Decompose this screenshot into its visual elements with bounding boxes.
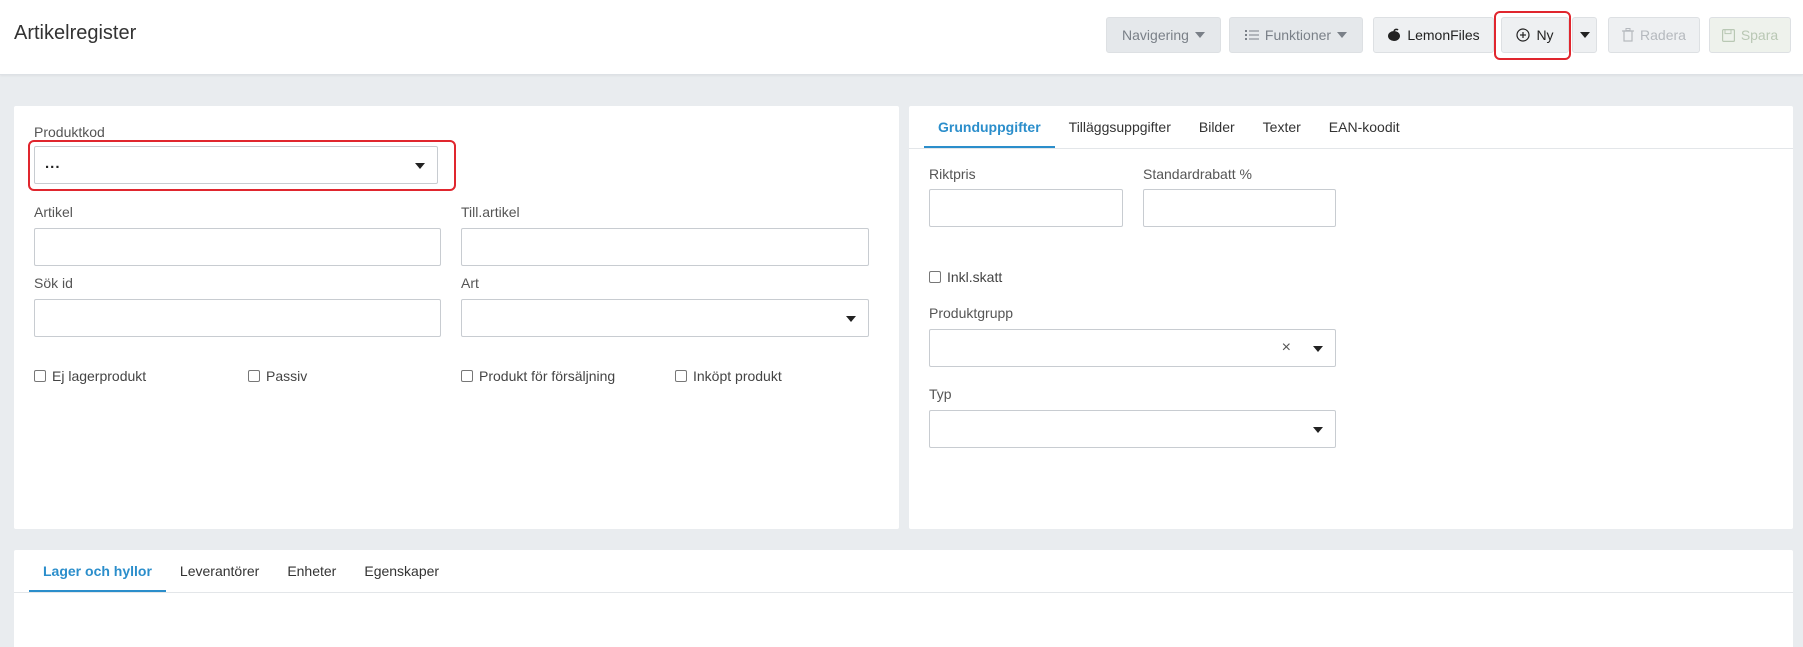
tab-texter[interactable]: Texter bbox=[1249, 106, 1315, 148]
chevron-down-icon bbox=[1579, 32, 1590, 38]
sok-id-input[interactable] bbox=[34, 299, 441, 337]
till-artikel-input[interactable] bbox=[461, 228, 869, 266]
stock-panel: Lager och hyllor Leverantörer Enheter Eg… bbox=[14, 550, 1793, 647]
radera-button[interactable]: Radera bbox=[1608, 17, 1700, 53]
typ-select[interactable] bbox=[929, 410, 1336, 448]
tab-tillaggsuppgifter[interactable]: Tilläggsuppgifter bbox=[1055, 106, 1185, 148]
tab-bilder[interactable]: Bilder bbox=[1185, 106, 1249, 148]
checkbox-box[interactable] bbox=[929, 271, 941, 283]
chevron-down-icon bbox=[1313, 427, 1323, 433]
product-form-panel: Produktkod ... Artikel Till.artikel Sök … bbox=[14, 106, 899, 529]
spara-button[interactable]: Spara bbox=[1709, 17, 1791, 53]
tab-enheter[interactable]: Enheter bbox=[273, 550, 350, 592]
inkl-skatt-checkbox[interactable]: Inkl.skatt bbox=[929, 269, 1002, 285]
standardrabatt-input[interactable] bbox=[1143, 189, 1336, 227]
typ-label: Typ bbox=[929, 386, 952, 402]
page-title: Artikelregister bbox=[14, 22, 137, 44]
chevron-down-icon bbox=[846, 316, 856, 322]
tab-grunduppgifter[interactable]: Grunduppgifter bbox=[924, 106, 1055, 148]
passiv-label: Passiv bbox=[266, 368, 308, 384]
tabs-divider bbox=[14, 592, 1793, 593]
riktpris-input[interactable] bbox=[929, 189, 1123, 227]
riktpris-label: Riktpris bbox=[929, 166, 976, 182]
checkbox-box[interactable] bbox=[34, 370, 46, 382]
tab-ean-koodit[interactable]: EAN-koodit bbox=[1315, 106, 1414, 148]
ny-highlight bbox=[1494, 11, 1571, 60]
tab-egenskaper[interactable]: Egenskaper bbox=[350, 550, 453, 592]
produktgrupp-select[interactable]: × bbox=[929, 329, 1336, 367]
list-icon bbox=[1244, 30, 1259, 40]
inkopt-produkt-checkbox[interactable]: Inköpt produkt bbox=[675, 368, 782, 384]
save-icon bbox=[1721, 28, 1735, 42]
inkl-skatt-label: Inkl.skatt bbox=[947, 269, 1003, 285]
ej-lagerprodukt-label: Ej lagerprodukt bbox=[52, 368, 147, 384]
produktkod-highlight bbox=[28, 140, 456, 191]
artikel-label: Artikel bbox=[34, 204, 73, 220]
navigering-button[interactable]: Navigering bbox=[1106, 17, 1221, 53]
artikel-input[interactable] bbox=[34, 228, 441, 266]
details-panel: Grunduppgifter Tilläggsuppgifter Bilder … bbox=[909, 106, 1793, 529]
till-artikel-label: Till.artikel bbox=[461, 204, 520, 220]
produkt-for-forsaljning-checkbox[interactable]: Produkt för försäljning bbox=[461, 368, 615, 384]
standardrabatt-label: Standardrabatt % bbox=[1143, 166, 1252, 182]
details-tabs: Grunduppgifter Tilläggsuppgifter Bilder … bbox=[924, 106, 1414, 148]
spara-label: Spara bbox=[1740, 27, 1779, 43]
chevron-down-icon bbox=[1194, 32, 1205, 38]
tabs-divider bbox=[909, 148, 1793, 149]
art-select[interactable] bbox=[461, 299, 869, 337]
produktgrupp-label: Produktgrupp bbox=[929, 305, 1014, 321]
art-label: Art bbox=[461, 275, 479, 291]
navigering-label: Navigering bbox=[1122, 27, 1189, 43]
clear-icon[interactable]: × bbox=[1282, 339, 1291, 357]
inkopt-produkt-label: Inköpt produkt bbox=[693, 368, 782, 384]
chevron-down-icon bbox=[1313, 346, 1323, 352]
funktioner-label: Funktioner bbox=[1264, 27, 1332, 43]
produkt-for-forsaljning-label: Produkt för försäljning bbox=[479, 368, 616, 384]
lemonfiles-label: LemonFiles bbox=[1407, 27, 1480, 43]
sok-id-label: Sök id bbox=[34, 275, 73, 291]
trash-icon bbox=[1622, 28, 1635, 42]
ny-dropdown-button[interactable] bbox=[1572, 17, 1597, 53]
passiv-checkbox[interactable]: Passiv bbox=[248, 368, 307, 384]
stock-tabs: Lager och hyllor Leverantörer Enheter Eg… bbox=[29, 550, 453, 592]
lemon-icon bbox=[1388, 28, 1401, 41]
produktkod-label: Produktkod bbox=[34, 124, 105, 140]
tab-leverantorer[interactable]: Leverantörer bbox=[166, 550, 273, 592]
ej-lagerprodukt-checkbox[interactable]: Ej lagerprodukt bbox=[34, 368, 146, 384]
radera-label: Radera bbox=[1640, 27, 1686, 43]
app-header: Artikelregister Navigering Funktioner Le… bbox=[0, 0, 1803, 75]
chevron-down-icon bbox=[1337, 32, 1348, 38]
checkbox-box[interactable] bbox=[675, 370, 687, 382]
checkbox-box[interactable] bbox=[248, 370, 260, 382]
lemonfiles-button[interactable]: LemonFiles bbox=[1373, 17, 1494, 53]
tab-lager-och-hyllor[interactable]: Lager och hyllor bbox=[29, 550, 166, 592]
funktioner-button[interactable]: Funktioner bbox=[1229, 17, 1363, 53]
checkbox-box[interactable] bbox=[461, 370, 473, 382]
